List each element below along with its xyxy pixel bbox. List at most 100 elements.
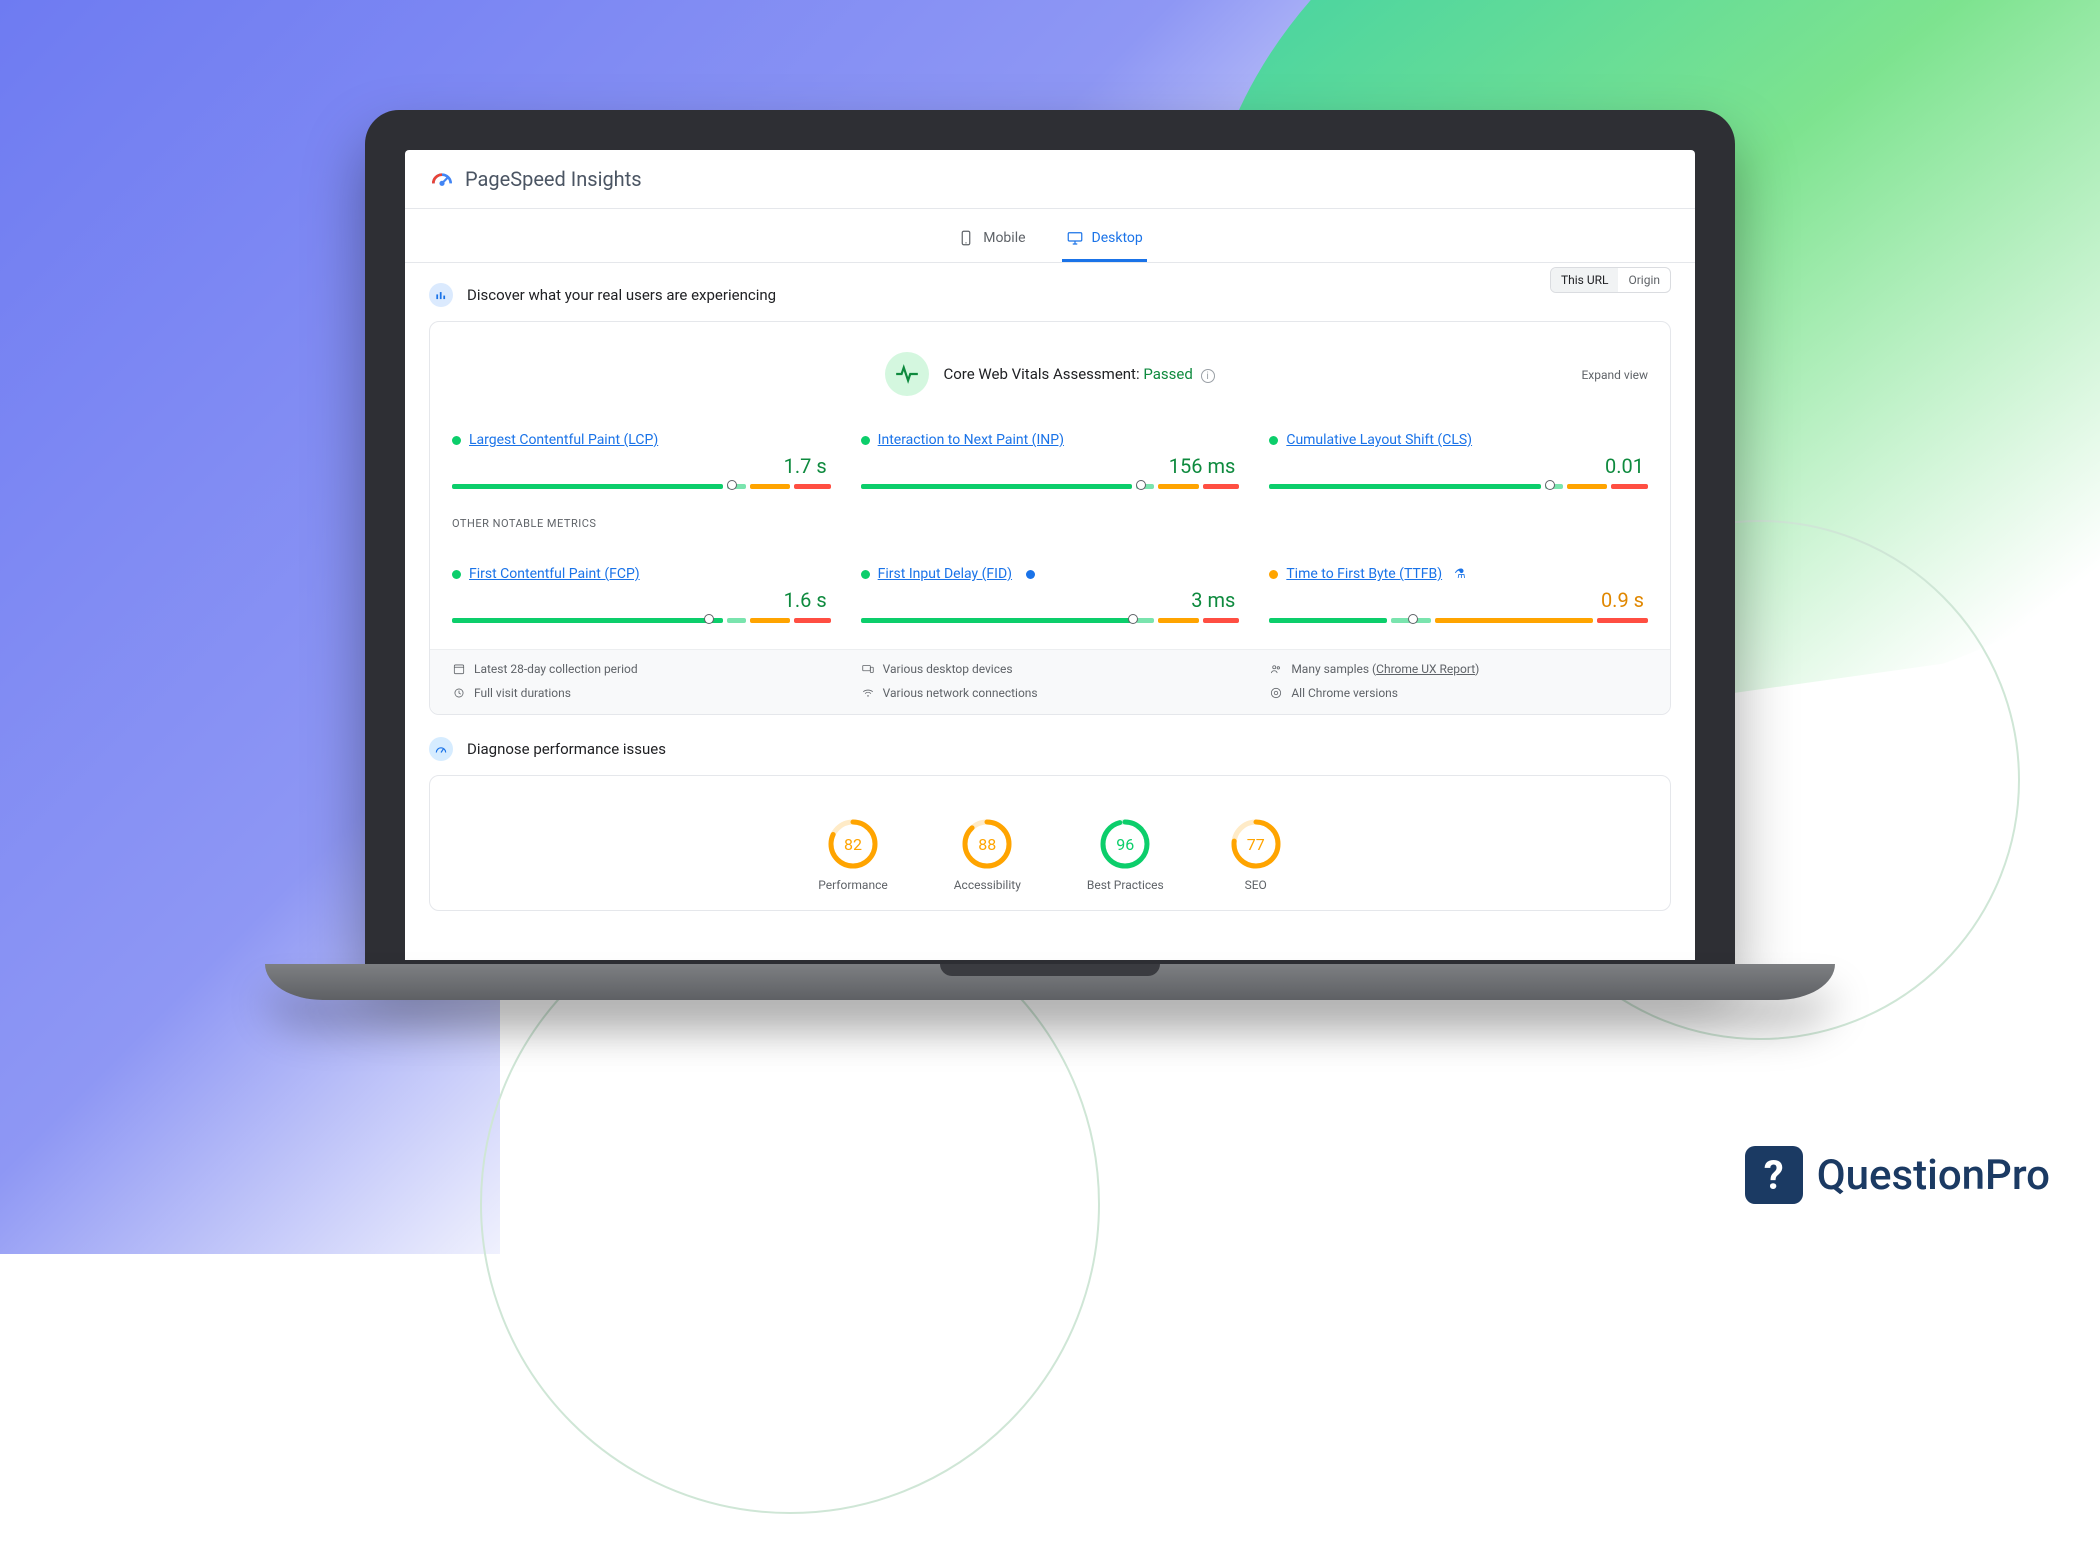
questionpro-wordmark: QuestionPro [1817,1151,2050,1200]
footer-samples: Many samples (Chrome UX Report) [1269,662,1648,676]
diagnose-heading: Diagnose performance issues [429,737,1671,761]
distribution-marker [1545,480,1555,490]
cwv-label-text: Core Web Vitals Assessment: [943,365,1139,383]
score-best practices[interactable]: 96 Best Practices [1087,818,1164,892]
metric-name-link[interactable]: First Input Delay (FID) [878,566,1012,582]
score-seo[interactable]: 77 SEO [1230,818,1282,892]
clock-icon [452,686,466,700]
crux-report-link[interactable]: Chrome UX Report [1376,662,1475,676]
laptop-notch [940,964,1160,976]
mobile-label: Mobile [983,230,1025,246]
score-label: Performance [818,878,887,892]
metric: Largest Contentful Paint (LCP) 1.7 s [452,432,831,489]
distribution-bar [452,484,831,489]
device-tabs: Mobile Desktop [405,209,1695,263]
score-row: 82 Performance 88 Accessibility 96 Best … [452,796,1648,902]
distribution-bar [861,484,1240,489]
diagnose-badge-icon [429,737,453,761]
info-dot-icon[interactable] [1026,570,1035,579]
expand-view-link[interactable]: Expand view [1581,368,1648,382]
metric-name-link[interactable]: Interaction to Next Paint (INP) [878,432,1064,448]
status-dot-icon [1269,570,1278,579]
laptop-mockup: PageSpeed Insights Mobile Desktop [365,110,1735,1000]
other-metrics-grid: First Contentful Paint (FCP) 1.6 s First… [452,566,1648,623]
distribution-bar [1269,618,1648,623]
metric-value: 1.7 s [452,454,827,478]
score-value: 77 [1247,835,1265,854]
app-viewport: PageSpeed Insights Mobile Desktop [405,150,1695,960]
status-dot-icon [452,570,461,579]
footer-durations: Full visit durations [452,686,831,700]
score-value: 88 [978,835,996,854]
status-dot-icon [861,570,870,579]
metric: First Input Delay (FID) 3 ms [861,566,1240,623]
mobile-icon [957,229,975,247]
metric-value: 3 ms [861,588,1236,612]
cwv-assessment-row: Core Web Vitals Assessment: Passed i [452,352,1648,396]
scope-this-url[interactable]: This URL [1551,268,1619,292]
flask-icon: ⚗ [1454,567,1466,582]
metric-title: Time to First Byte (TTFB) ⚗ [1269,566,1648,582]
metric-name-link[interactable]: First Contentful Paint (FCP) [469,566,640,582]
metric: Cumulative Layout Shift (CLS) 0.01 [1269,432,1648,489]
score-label: SEO [1245,878,1267,892]
scope-toggle[interactable]: This URL Origin [1550,267,1671,293]
metric-title: Largest Contentful Paint (LCP) [452,432,831,448]
heading-badge-icon [429,283,453,307]
pagespeed-logo-icon [429,166,455,192]
status-dot-icon [861,436,870,445]
metric-value: 1.6 s [452,588,827,612]
laptop-base [265,964,1835,1000]
cwv-status: Passed [1143,365,1192,383]
tab-mobile[interactable]: Mobile [953,219,1029,262]
metric: Interaction to Next Paint (INP) 156 ms [861,432,1240,489]
metric-name-link[interactable]: Largest Contentful Paint (LCP) [469,432,658,448]
scores-card: 82 Performance 88 Accessibility 96 Best … [429,775,1671,911]
footer-collection-period: Latest 28-day collection period [452,662,831,676]
info-icon[interactable]: i [1201,369,1215,383]
metric-title: Interaction to Next Paint (INP) [861,432,1240,448]
score-label: Best Practices [1087,878,1164,892]
discover-heading-text: Discover what your real users are experi… [467,286,776,304]
metric-name-link[interactable]: Cumulative Layout Shift (CLS) [1286,432,1472,448]
score-accessibility[interactable]: 88 Accessibility [954,818,1021,892]
metric-name-link[interactable]: Time to First Byte (TTFB) [1286,566,1442,582]
cwv-card: Core Web Vitals Assessment: Passed i Exp… [429,321,1671,715]
score-value: 82 [844,835,862,854]
wifi-icon [861,686,875,700]
other-notable-label: OTHER NOTABLE METRICS [452,517,1648,530]
data-source-footer: Latest 28-day collection period Various … [430,649,1670,714]
desktop-label: Desktop [1092,230,1143,246]
app-header: PageSpeed Insights [405,150,1695,209]
metric-title: First Contentful Paint (FCP) [452,566,831,582]
distribution-bar [1269,484,1648,489]
footer-devices: Various desktop devices [861,662,1240,676]
questionpro-mark-icon: ? [1745,1146,1803,1204]
score-value: 96 [1116,835,1134,854]
diagnose-heading-text: Diagnose performance issues [467,740,666,758]
discover-heading: Discover what your real users are experi… [429,283,1671,307]
cwv-pass-icon [885,352,929,396]
cwv-label: Core Web Vitals Assessment: Passed i [943,365,1214,384]
distribution-marker [1136,480,1146,490]
gauge-icon [434,742,448,756]
score-label: Accessibility [954,878,1021,892]
status-dot-icon [1269,436,1278,445]
footer-network: Various network connections [861,686,1240,700]
metric-value: 0.9 s [1269,588,1644,612]
questionpro-logo: ? QuestionPro [1745,1146,2050,1204]
score-performance[interactable]: 82 Performance [818,818,887,892]
status-dot-icon [452,436,461,445]
people-icon [1269,662,1283,676]
metric-value: 156 ms [861,454,1236,478]
laptop-bezel: PageSpeed Insights Mobile Desktop [365,110,1735,970]
metric-title: First Input Delay (FID) [861,566,1240,582]
chrome-icon [1269,686,1283,700]
desktop-icon [1066,229,1084,247]
chart-icon [434,288,448,302]
core-metrics-grid: Largest Contentful Paint (LCP) 1.7 s Int… [452,432,1648,489]
tab-desktop[interactable]: Desktop [1062,219,1147,262]
scope-origin[interactable]: Origin [1618,268,1670,292]
metric: Time to First Byte (TTFB) ⚗ 0.9 s [1269,566,1648,623]
metric-value: 0.01 [1269,454,1644,478]
